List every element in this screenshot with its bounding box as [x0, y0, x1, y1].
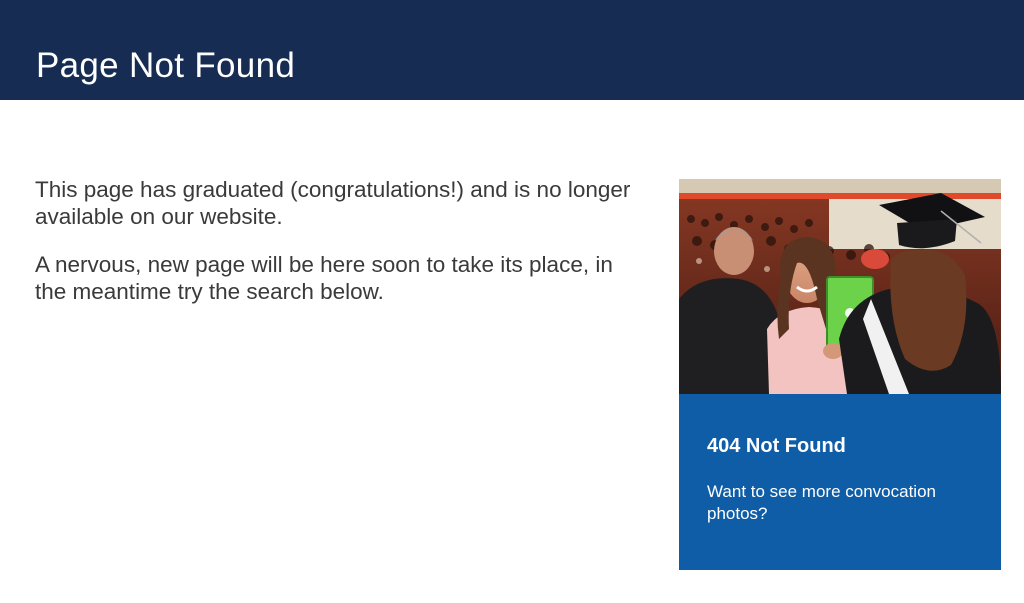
search-hint-paragraph: A nervous, new page will be here soon to… [35, 252, 613, 304]
intro-paragraph: This page has graduated (congratulations… [35, 177, 631, 229]
page-title: Page Not Found [36, 46, 296, 85]
main-content: This page has graduated (congratulations… [35, 176, 635, 326]
card-body[interactable]: 404 Not Found Want to see more convocati… [679, 394, 1001, 570]
convocation-photo[interactable] [679, 179, 1001, 394]
card-title: 404 Not Found [707, 435, 846, 457]
convocation-photos-link[interactable]: Want to see more convocation photos? [707, 481, 967, 525]
page-header: Page Not Found [0, 0, 1024, 100]
convocation-card[interactable]: 404 Not Found Want to see more convocati… [679, 179, 1001, 570]
